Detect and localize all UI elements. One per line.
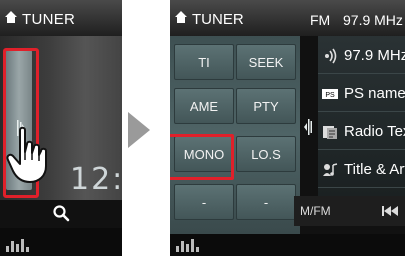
info-text: 97.9 MHz bbox=[344, 47, 405, 64]
hand-pointer-icon bbox=[6, 126, 47, 183]
home-icon[interactable] bbox=[174, 10, 188, 24]
ame-button[interactable]: AME bbox=[174, 88, 234, 124]
search-icon[interactable] bbox=[52, 204, 70, 222]
pty-button[interactable]: PTY bbox=[236, 88, 296, 124]
info-text: Title & Artist bbox=[344, 161, 405, 178]
right-screen: TUNER FM 97.9 MHz TI SEEK AME PTY MONO L… bbox=[170, 0, 405, 256]
transition-arrow-icon bbox=[128, 112, 150, 148]
seek-button[interactable]: SEEK bbox=[236, 44, 296, 80]
info-list: 97.9 MHz PS PS name Radio Text bbox=[318, 36, 405, 196]
equalizer-icon[interactable] bbox=[6, 238, 30, 252]
source-title: TUNER bbox=[22, 11, 76, 28]
source-title: TUNER bbox=[192, 11, 244, 28]
control-bar: M/FM bbox=[294, 196, 405, 226]
title-artist-icon bbox=[323, 163, 338, 176]
info-row-ps-name: PS PS name bbox=[318, 76, 405, 112]
equalizer-icon[interactable] bbox=[176, 238, 200, 252]
seek-back-icon[interactable] bbox=[382, 206, 400, 216]
frequency-label: 97.9 MHz bbox=[343, 12, 403, 28]
highlight-box bbox=[170, 134, 234, 180]
left-screen: TUNER 12:3 bbox=[0, 0, 122, 256]
info-row-title-artist: Title & Artist bbox=[318, 152, 405, 188]
broadcast-icon bbox=[325, 48, 337, 64]
footer-bar bbox=[170, 234, 405, 256]
ps-badge-icon: PS bbox=[322, 89, 338, 99]
home-icon[interactable] bbox=[4, 10, 18, 24]
info-row-radio-text: Radio Text bbox=[318, 114, 405, 150]
ti-button[interactable]: TI bbox=[174, 44, 234, 80]
info-text: Radio Text bbox=[344, 123, 405, 140]
band-label: FM bbox=[310, 12, 331, 28]
blank-button-1[interactable]: - bbox=[174, 184, 234, 220]
info-row-frequency: 97.9 MHz bbox=[318, 38, 405, 74]
blank-button-2[interactable]: - bbox=[236, 184, 296, 220]
drawer-handle-icon[interactable] bbox=[304, 116, 312, 138]
info-text: PS name bbox=[344, 85, 405, 102]
clock: 12:3 bbox=[70, 162, 122, 197]
svg-text:PS: PS bbox=[325, 92, 335, 99]
mode-label[interactable]: M/FM bbox=[300, 204, 331, 218]
radio-text-icon bbox=[323, 126, 337, 139]
los-button[interactable]: LO.S bbox=[236, 136, 296, 172]
